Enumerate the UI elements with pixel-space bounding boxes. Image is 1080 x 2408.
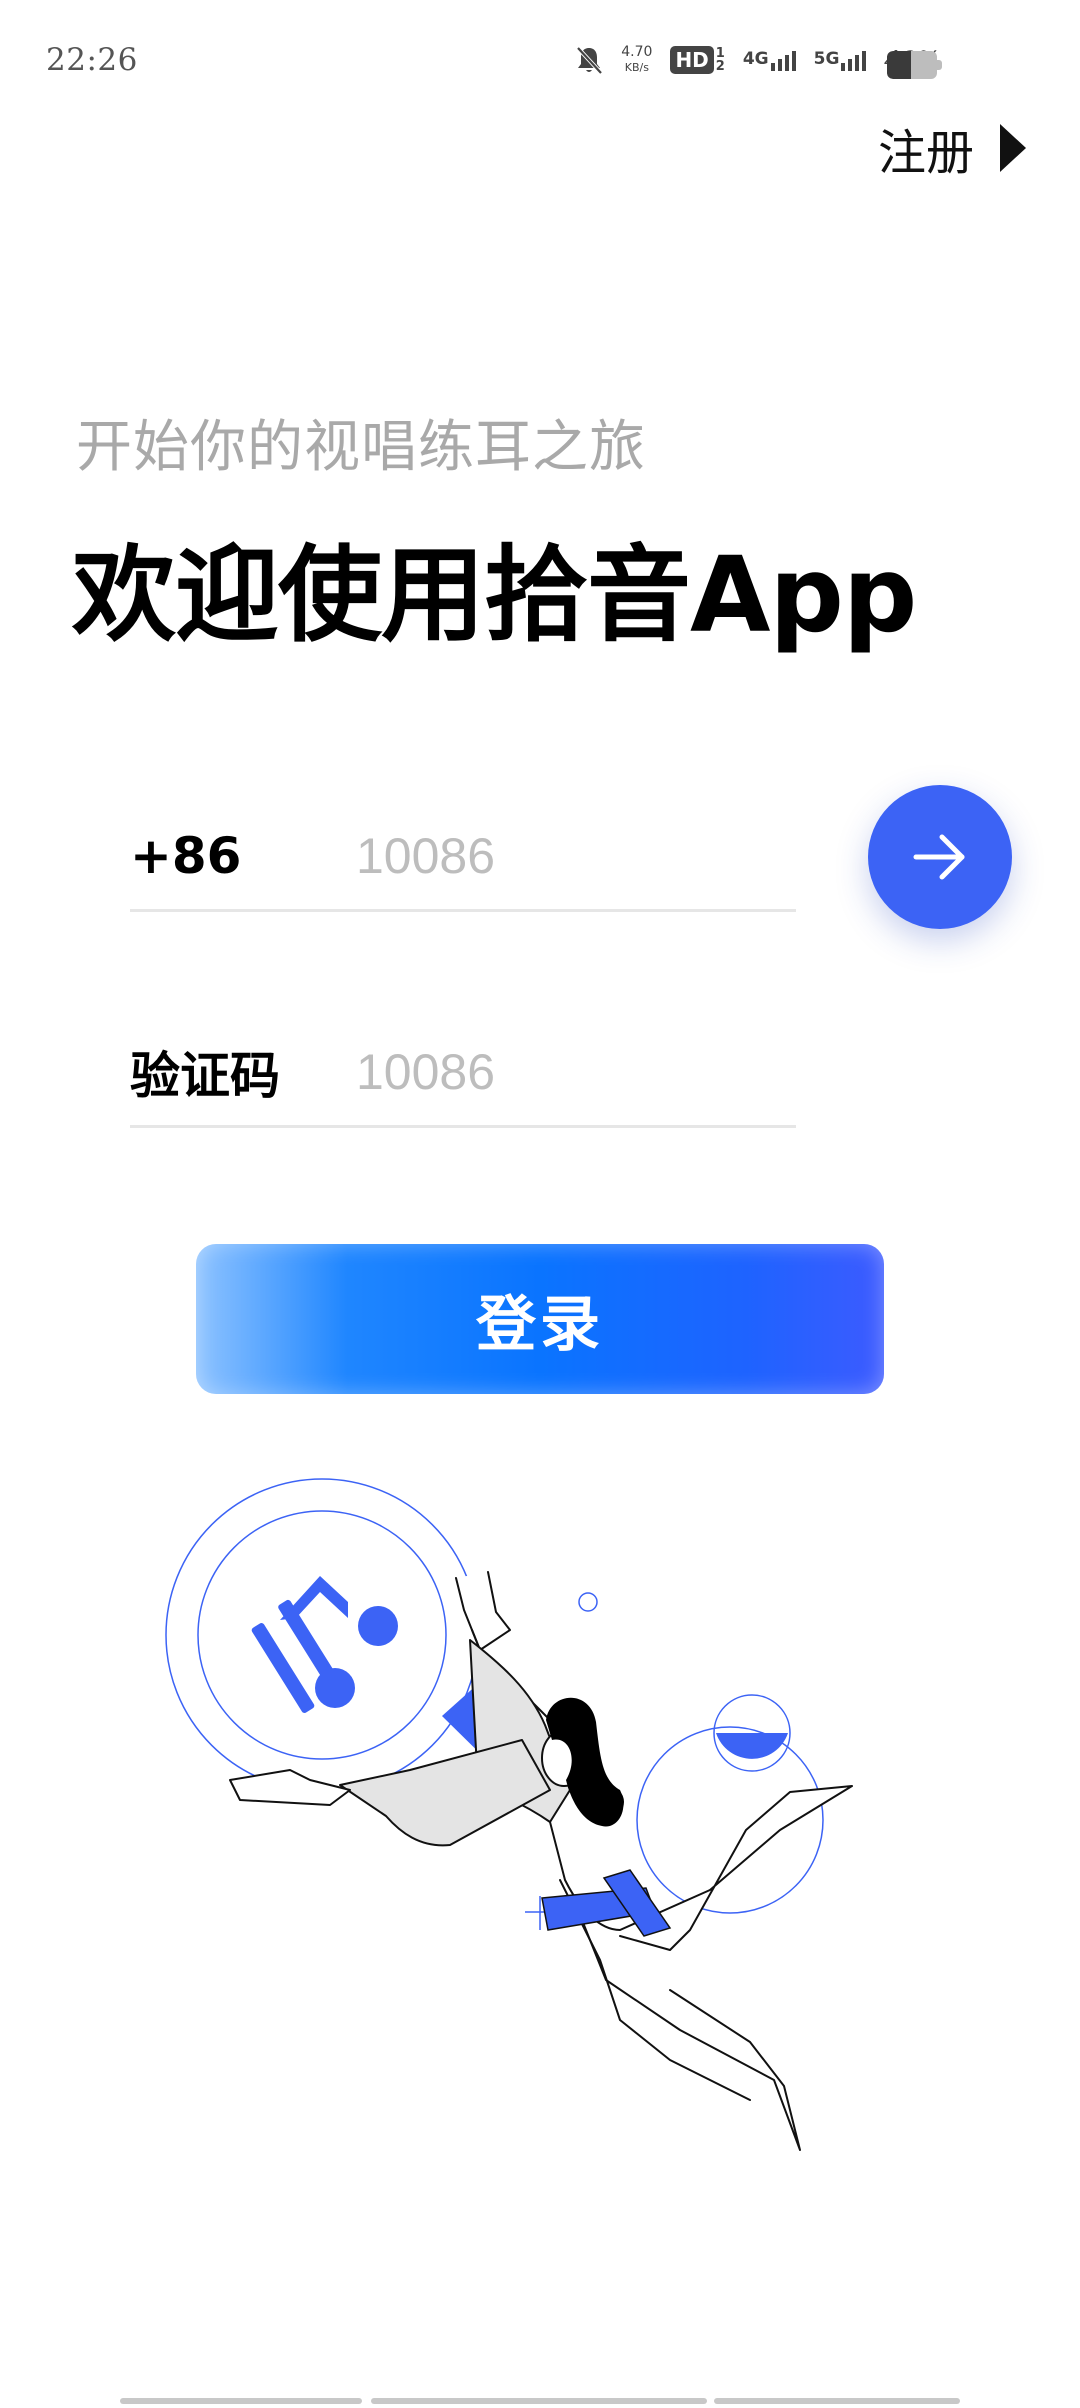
register-button[interactable]: 注册 [878, 118, 1027, 181]
phone-input[interactable] [356, 826, 776, 885]
register-label: 注册 [878, 125, 975, 181]
signal-4g-icon: 4G [743, 49, 796, 71]
hd-voice-icon: HD 1 2 [670, 46, 725, 74]
signal-5g-label: 5G [813, 49, 840, 69]
music-girl-illustration [165, 1478, 853, 2151]
nav-segment-left [120, 2398, 362, 2404]
battery-fill [887, 51, 911, 79]
hd-label: HD [670, 46, 714, 74]
status-icons: 4.70 KB/s HD 1 2 4G 5G 48% [575, 40, 940, 80]
network-speed-unit: KB/s [624, 61, 649, 74]
music-note-icon [251, 1576, 398, 1713]
hd-sim-2: 2 [715, 59, 725, 74]
network-speed-value: 4.70 [621, 44, 653, 60]
country-code-label: +86 [130, 826, 242, 885]
next-button[interactable] [868, 785, 1012, 929]
signal-5g-icon: 5G [814, 49, 867, 71]
arrow-right-icon [913, 834, 965, 880]
verification-code-label: 验证码 [130, 1046, 280, 1105]
network-speed: 4.70 KB/s [621, 45, 652, 75]
phone-row: +86 [130, 802, 796, 912]
status-time: 22:26 [46, 42, 138, 78]
welcome-subtitle: 开始你的视唱练耳之旅 [76, 415, 646, 480]
welcome-title: 欢迎使用拾音App [72, 534, 917, 656]
verification-code-row: 验证码 [130, 1018, 796, 1128]
play-triangle-icon [1000, 124, 1027, 172]
login-button[interactable]: 登录 [196, 1244, 884, 1394]
login-label: 登录 [476, 1289, 604, 1360]
status-bar: 22:26 4.70 KB/s HD 1 2 4G 5G [0, 0, 1080, 120]
signal-4g-label: 4G [742, 49, 769, 69]
battery-icon [887, 51, 942, 79]
mute-bell-icon [575, 45, 603, 75]
nav-segment-right [714, 2398, 960, 2404]
nav-segment-center [371, 2398, 707, 2404]
verification-code-input[interactable] [356, 1042, 776, 1101]
gesture-nav-bar [0, 2392, 1080, 2408]
